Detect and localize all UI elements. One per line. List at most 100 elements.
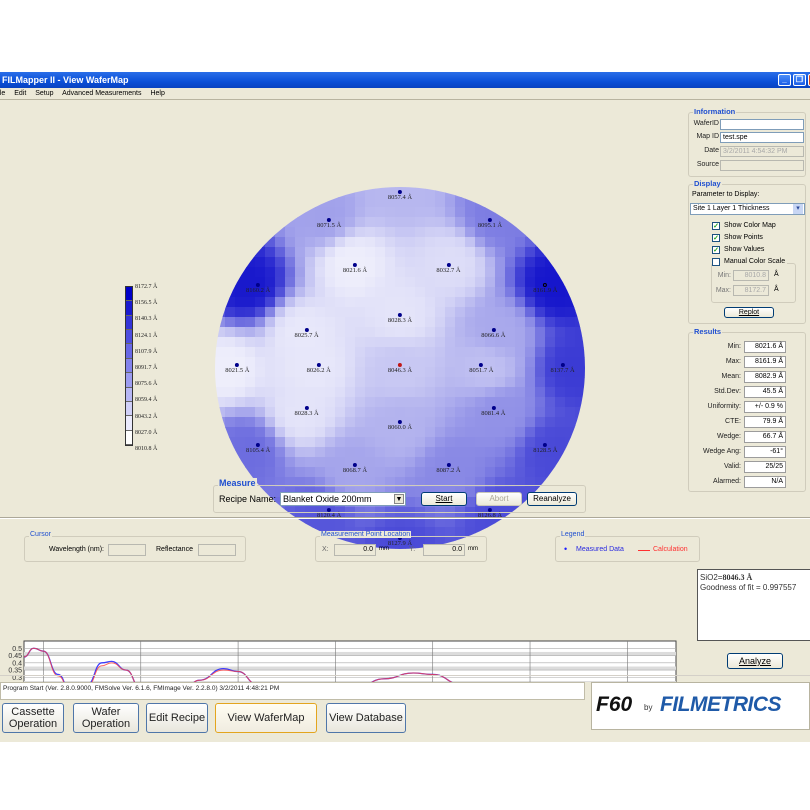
wafer-measurement-point[interactable]: 8051.7 Å <box>469 363 493 374</box>
wafer-measurement-point[interactable]: 8057.4 Å <box>388 190 412 201</box>
wafer-measurement-point[interactable]: 8028.3 Å <box>388 312 412 324</box>
wafer-measurement-point[interactable]: 8160.2 Å <box>246 283 270 294</box>
menu-edit[interactable]: Edit <box>14 90 26 97</box>
wafer-map-cell <box>275 237 286 248</box>
wafer-map-cell <box>415 327 426 338</box>
show-values-checkbox[interactable]: ✓ Show Values <box>712 245 764 255</box>
wafer-map-cell <box>575 327 585 338</box>
wafer-measurement-point[interactable]: 8087.2 Å <box>436 463 461 474</box>
wafer-map-cell <box>345 247 356 258</box>
edit-recipe-button[interactable]: Edit Recipe <box>146 703 208 733</box>
menu-setup[interactable]: Setup <box>35 90 53 97</box>
reanalyze-button[interactable]: Reanalyze <box>527 492 577 506</box>
wafer-measurement-point[interactable]: 8021.5 Å <box>225 363 249 374</box>
wafer-map-cell <box>425 397 436 408</box>
date-field: 3/2/2011 4:54:32 PM <box>720 146 804 157</box>
minimize-icon[interactable]: _ <box>778 74 791 86</box>
start-button[interactable]: Start <box>421 492 467 506</box>
wafer-measurement-point[interactable]: 8105.4 Å <box>246 442 270 454</box>
wafer-operation-button[interactable]: Wafer Operation <box>73 703 139 733</box>
wafer-measurement-point[interactable]: 8066.6 Å <box>481 328 506 339</box>
wafer-map-cell <box>425 427 436 438</box>
wafer-measurement-point[interactable]: 8046.3 Å <box>388 363 412 374</box>
menu-file[interactable]: File <box>0 90 5 97</box>
wafer-map-cell <box>285 217 296 228</box>
wafer-map-cell <box>525 327 536 338</box>
wafer-map-cell <box>535 187 546 198</box>
wafer-map-cell <box>305 217 316 228</box>
wafer-measurement-point[interactable]: 8161.9 Å <box>533 283 557 294</box>
wafer-map-cell <box>475 237 486 248</box>
recipe-select[interactable]: Blanket Oxide 200mm ▼ <box>280 492 406 506</box>
wafer-id-field[interactable] <box>720 119 804 130</box>
color-scale-label: 8091.7 Å <box>135 365 158 371</box>
wafer-measurement-point[interactable]: 8137.7 Å <box>551 363 575 374</box>
wafer-map-cell <box>555 237 566 248</box>
wafer-map-cell <box>465 417 476 428</box>
wafer-map-cell <box>475 197 486 208</box>
wafer-map-cell <box>285 277 296 288</box>
chevron-down-icon[interactable]: ▼ <box>394 494 404 504</box>
parameter-select[interactable]: Site 1 Layer 1 Thickness ▾ <box>690 203 805 215</box>
wafer-map-cell <box>325 377 336 388</box>
wafer-map-cell <box>315 347 326 358</box>
menu-help[interactable]: Help <box>150 90 164 97</box>
menu-advanced-measurements[interactable]: Advanced Measurements <box>62 90 141 97</box>
view-database-button[interactable]: View Database <box>326 703 406 733</box>
wafer-map-cell <box>495 257 506 268</box>
cassette-operation-button[interactable]: Cassette Operation <box>2 703 64 733</box>
reflectance-chart[interactable]: 00.050.10.150.20.250.30.350.40.450.54005… <box>0 567 690 682</box>
manual-color-scale-checkbox[interactable]: Manual Color Scale <box>712 257 788 267</box>
wafer-map-cell <box>445 407 456 418</box>
wafer-map-cell <box>485 317 496 328</box>
replot-button[interactable]: Replot <box>724 307 774 318</box>
wafer-map-cell <box>535 417 546 428</box>
analyze-button[interactable]: Analyze <box>727 653 783 669</box>
wafer-map-cell <box>515 447 526 458</box>
wafer-map-cell <box>465 347 476 358</box>
show-color-map-checkbox[interactable]: ✓ Show Color Map <box>712 221 776 231</box>
wafer-map-cell <box>365 387 376 398</box>
wafer-measurement-point[interactable]: 8028.3 Å <box>294 406 319 417</box>
wafer-map-cell <box>535 317 546 328</box>
wafer-map-cell <box>435 377 446 388</box>
wafer-measurement-point[interactable]: 8081.4 Å <box>481 406 506 417</box>
wafer-map-cell <box>505 367 516 378</box>
wafer-measurement-point[interactable]: 8128.5 Å <box>533 442 557 454</box>
wafer-map-cell <box>375 347 386 358</box>
wafer-map-cell <box>515 527 526 538</box>
wafer-map-cell <box>375 457 386 468</box>
wafer-map-cell <box>435 347 446 358</box>
wafer-map-cell <box>295 257 306 268</box>
wafer-map-cell <box>215 337 226 348</box>
wafer-map-cell <box>385 447 396 458</box>
wafer-map-cell <box>335 277 346 288</box>
wafer-measurement-point[interactable]: 8095.1 Å <box>478 217 502 229</box>
wafer-measurement-point[interactable]: 8068.7 Å <box>343 463 367 474</box>
wafer-map-cell <box>505 527 516 538</box>
wafer-map-cell <box>215 227 226 238</box>
wafer-map-cell <box>275 197 286 208</box>
color-scale-label: 8172.7 Å <box>135 284 158 290</box>
wafer-map-cell <box>225 237 236 248</box>
wafer-map-cell <box>385 217 396 228</box>
restore-icon[interactable]: ❐ <box>793 74 806 86</box>
wafer-measurement-point[interactable]: 8025.7 Å <box>294 328 319 339</box>
show-points-checkbox[interactable]: ✓ Show Points <box>712 233 763 243</box>
wafer-measurement-point[interactable]: 8026.2 Å <box>307 363 331 374</box>
wafer-measurement-point[interactable]: 8060.0 Å <box>388 420 412 431</box>
map-id-field[interactable]: test.spe <box>720 132 804 143</box>
wafer-map-cell <box>505 467 516 478</box>
min-label: Min: <box>717 272 731 279</box>
wafer-map-cell <box>255 307 266 318</box>
wafer-measurement-point[interactable]: 8032.7 Å <box>436 262 461 274</box>
wafer-measurement-point[interactable]: 8021.6 Å <box>343 262 367 274</box>
view-wafermap-button[interactable]: View WaferMap <box>215 703 317 733</box>
wafer-map-cell <box>295 197 306 208</box>
wafer-map-cell <box>235 297 246 308</box>
wafer-map-cell <box>265 257 276 268</box>
wafer-map-cell <box>255 397 266 408</box>
wafer-measurement-point[interactable]: 8071.5 Å <box>317 217 341 229</box>
wafer-map-cell <box>575 427 585 438</box>
chevron-down-icon[interactable]: ▾ <box>793 204 803 214</box>
